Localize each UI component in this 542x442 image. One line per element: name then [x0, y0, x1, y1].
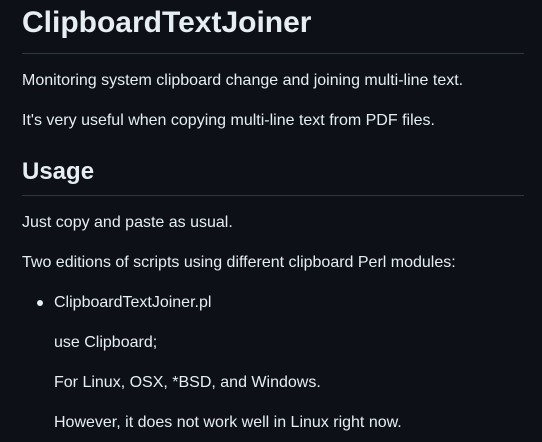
intro-paragraph-1: Monitoring system clipboard change and j… — [22, 72, 464, 89]
list-item-script-name: ClipboardTextJoiner.pl — [54, 294, 212, 311]
list-item-note-line: However, it does not work well in Linux … — [54, 414, 402, 431]
list-item-platforms-line: For Linux, OSX, *BSD, and Windows. — [54, 374, 321, 391]
usage-heading: Usage — [22, 158, 95, 185]
usage-divider — [22, 195, 524, 196]
usage-paragraph-1: Just copy and paste as usual. — [22, 214, 233, 231]
page-title: ClipboardTextJoiner — [22, 6, 312, 39]
title-divider — [22, 53, 524, 54]
list-item-module-line: use Clipboard; — [54, 334, 158, 351]
list-bullet — [37, 300, 43, 306]
usage-paragraph-2: Two editions of scripts using different … — [22, 254, 456, 271]
readme-document: ClipboardTextJoiner Monitoring system cl… — [0, 0, 542, 442]
intro-paragraph-2: It's very useful when copying multi-line… — [22, 112, 435, 129]
